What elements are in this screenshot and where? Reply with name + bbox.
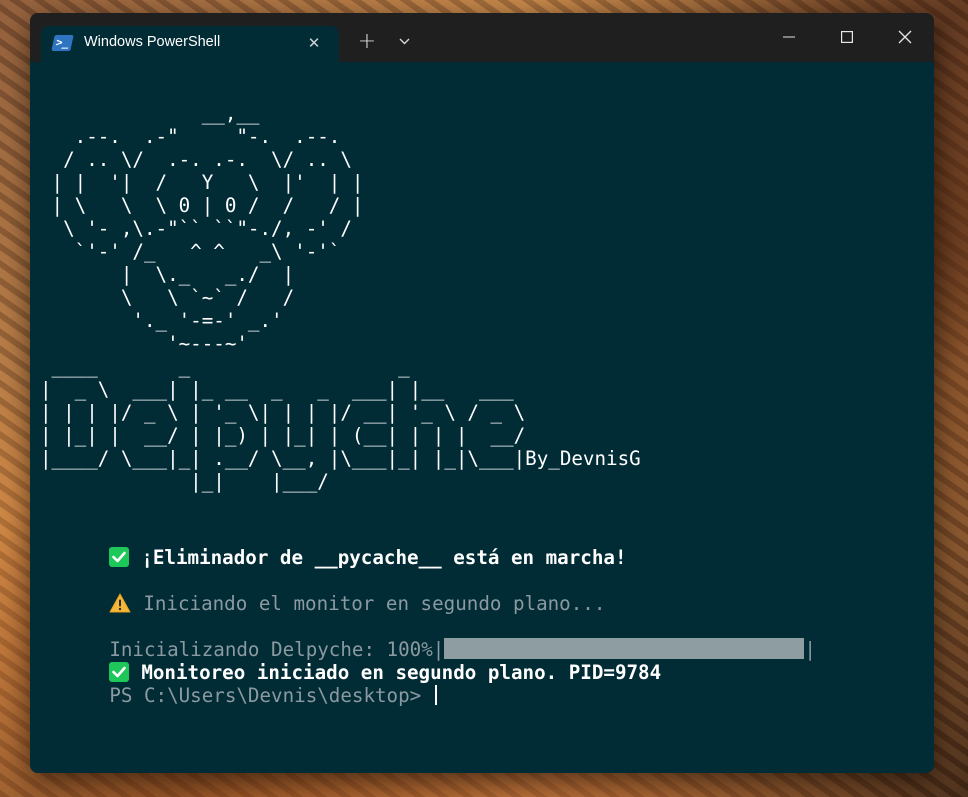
warning-icon (109, 593, 131, 613)
ascii-mascot-line: '._ '-=-' _.' (40, 309, 283, 332)
powershell-icon: >_ (51, 35, 74, 51)
shell-prompt: PS C:\Users\Devnis\desktop> (109, 684, 433, 707)
prompt-line[interactable]: PS C:\Users\Devnis\desktop> (40, 661, 437, 730)
ascii-mascot-line: `'-' /_ ^ ^ _\ '-'` (40, 240, 341, 263)
title-bar[interactable]: >_ Windows PowerShell ✕ + (30, 13, 934, 62)
close-window-button[interactable] (876, 13, 934, 61)
ascii-mascot-line: / .. \/ .-. .-. \/ .. \ (40, 148, 352, 171)
new-tab-button[interactable]: + (354, 30, 380, 56)
ascii-mascot-line: | \._ _./ | (40, 263, 295, 286)
ascii-mascot-line: | | '| / Y \ |' | | (40, 171, 364, 194)
ascii-mascot-line: \ '- ,\.-"`` ``"-./, -' / (40, 217, 352, 240)
chevron-down-icon[interactable] (394, 32, 414, 54)
terminal-window: >_ Windows PowerShell ✕ + __,__ .--. .-"… (30, 13, 934, 773)
ascii-mascot-line: __,__ (40, 102, 260, 125)
maximize-button[interactable] (818, 13, 876, 61)
progress-end: | (804, 638, 816, 661)
ascii-mascot-line: | \ \ \ 0 | 0 / / / | (40, 194, 364, 217)
ascii-banner-line: |____/ \___|_| .__/ \__, |\___|_| |_|\__… (40, 447, 641, 470)
text-cursor[interactable] (434, 685, 437, 705)
ascii-mascot-line: \ \ `~` / / (40, 286, 295, 309)
ascii-mascot-line: .--. .-" "-. .--. (40, 125, 341, 148)
tab-title: Windows PowerShell (84, 34, 221, 50)
ascii-banner-line: ____ _ _ (40, 355, 410, 378)
terminal-content[interactable]: __,__ .--. .-" "-. .--. / .. \/ .-. .-. … (30, 62, 934, 773)
minimize-button[interactable] (760, 13, 818, 61)
running-message: ¡Eliminador de __pycache__ está en march… (141, 546, 627, 569)
close-tab-icon[interactable]: ✕ (303, 32, 325, 54)
ascii-banner-line: |_| |___/ (40, 470, 329, 493)
starting-message: Iniciando el monitor en segundo plano... (143, 592, 606, 615)
ascii-mascot-line: '~---~' (40, 332, 248, 355)
tab-windows-powershell[interactable]: >_ Windows PowerShell ✕ (41, 26, 339, 62)
check-mark-icon (109, 547, 130, 567)
ascii-banner-line: | _ \ ___| |_ __ _ _ ___| |__ ___ (40, 378, 514, 401)
ascii-banner-line: | |_| | __/ | |_) | |_| | (__| | | | __/ (40, 424, 526, 447)
ascii-banner-line: | | | |/ _ \ | '_ \| | | |/ __| '_ \ / _… (40, 401, 526, 424)
